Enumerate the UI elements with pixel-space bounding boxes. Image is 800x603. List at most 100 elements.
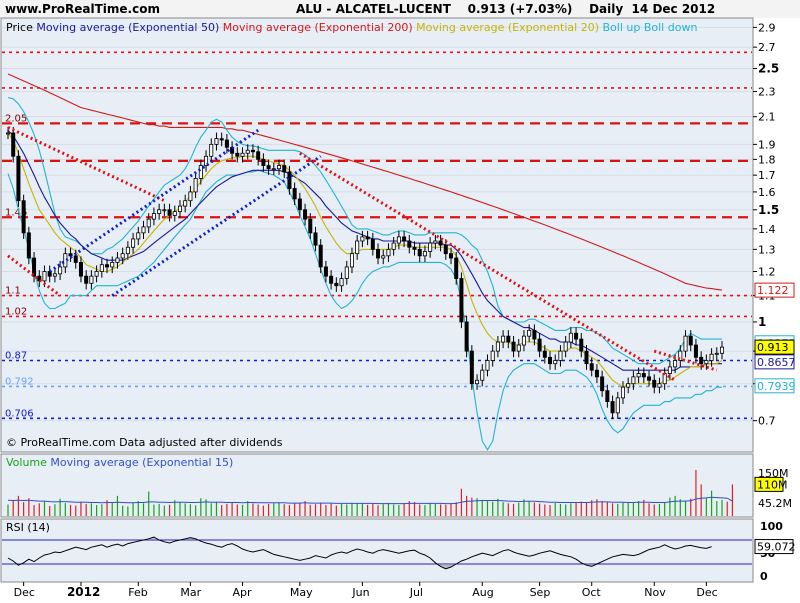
price-ytick-label-5: 1.9 bbox=[758, 138, 776, 151]
price-bar-body-33 bbox=[177, 205, 182, 213]
price-bar-body-23 bbox=[125, 246, 130, 255]
price-bar-body-48 bbox=[256, 151, 261, 160]
price-bar-body-71 bbox=[376, 248, 381, 259]
xtick-label-12: Dec bbox=[696, 586, 717, 599]
price-bar-body-115 bbox=[605, 390, 610, 402]
price-bar-body-101 bbox=[532, 329, 537, 340]
price-bar-body-40 bbox=[214, 138, 219, 145]
price-bar-body-73 bbox=[386, 248, 391, 257]
price-bar-body-55 bbox=[292, 188, 297, 200]
price-bar-body-89 bbox=[469, 350, 474, 385]
price-bar-body-125 bbox=[657, 383, 662, 388]
price-bar-body-12 bbox=[68, 253, 73, 257]
price-bar-body-72 bbox=[381, 255, 386, 259]
right-label-0: 1.122 bbox=[757, 284, 789, 297]
chart-stage: www.ProRealTime.com ALU - ALCATEL-LUCENT… bbox=[0, 0, 800, 600]
price-bar-body-108 bbox=[568, 332, 573, 343]
price-bar-body-53 bbox=[282, 165, 287, 173]
price-bar-body-96 bbox=[506, 335, 511, 343]
price-bar-body-136 bbox=[714, 352, 719, 355]
price-bar-body-131 bbox=[688, 335, 693, 346]
price-bar-body-45 bbox=[240, 152, 245, 157]
price-bar-body-104 bbox=[548, 356, 553, 365]
price-bar-body-26 bbox=[141, 226, 146, 234]
price-bar-body-88 bbox=[464, 321, 469, 352]
xtick-label-2: Feb bbox=[128, 586, 147, 599]
price-bar-body-0 bbox=[6, 132, 11, 135]
price-bar-body-47 bbox=[250, 149, 255, 153]
level-label-2: 2.05 bbox=[5, 113, 27, 124]
price-ytick-label-7: 1.7 bbox=[758, 169, 776, 182]
rsi-current-label: 59.072 bbox=[757, 541, 796, 554]
price-bar-body-60 bbox=[318, 244, 323, 268]
price-bar-body-92 bbox=[485, 360, 490, 371]
price-bar-body-77 bbox=[407, 240, 412, 248]
price-ytick-label-0: 2.9 bbox=[758, 21, 776, 34]
chart-title: ALU - ALCATEL-LUCENT 0.913 (+7.03%) Dail… bbox=[296, 2, 715, 16]
price-bar-body-100 bbox=[527, 329, 532, 337]
price-bar-body-124 bbox=[652, 379, 657, 388]
volume-current-label: 110M bbox=[757, 478, 788, 491]
price-bar-body-32 bbox=[172, 211, 177, 216]
volume-y-axis: 150M45.2M110M bbox=[754, 467, 792, 510]
volume-legend-item-1: Moving average (Exponential 15) bbox=[47, 456, 233, 469]
price-bar-body-36 bbox=[193, 178, 198, 193]
price-ytick-label-8: 1.6 bbox=[758, 186, 776, 199]
price-bar-body-91 bbox=[480, 369, 485, 381]
price-bar-body-50 bbox=[266, 165, 271, 170]
price-bar-body-1 bbox=[11, 132, 16, 157]
price-bar-body-121 bbox=[636, 373, 641, 378]
price-ytick-label-10: 1.4 bbox=[758, 223, 776, 236]
level-label-5: 1.1 bbox=[5, 286, 21, 297]
price-bar-body-82 bbox=[433, 240, 438, 244]
price-bar-body-74 bbox=[391, 242, 396, 250]
price-bar-body-27 bbox=[146, 218, 151, 228]
right-label-4: 0.7939 bbox=[757, 380, 796, 393]
volume-legend: Volume Moving average (Exponential 15) bbox=[6, 456, 233, 469]
price-bar-body-106 bbox=[558, 350, 563, 361]
price-bar-body-69 bbox=[365, 236, 370, 240]
price-bar-body-10 bbox=[58, 266, 63, 275]
price-bar-body-37 bbox=[198, 165, 203, 179]
price-bar-body-18 bbox=[99, 264, 104, 272]
price-bar-body-128 bbox=[673, 360, 678, 368]
price-bar-body-56 bbox=[297, 198, 302, 211]
rsi-legend-text: RSI (14) bbox=[6, 521, 50, 534]
price-bar-body-102 bbox=[537, 338, 542, 352]
price-bar-body-120 bbox=[631, 376, 636, 385]
level-label-9: 0.706 bbox=[5, 408, 34, 419]
price-bar-body-134 bbox=[704, 360, 709, 365]
price-bar-body-133 bbox=[699, 356, 704, 365]
rsi-panel[interactable] bbox=[0, 518, 754, 583]
price-ytick-label-2: 2.5 bbox=[758, 61, 779, 75]
price-bar-body-15 bbox=[84, 275, 89, 284]
price-bar-body-30 bbox=[162, 209, 167, 212]
price-bar-body-114 bbox=[600, 376, 605, 392]
price-bar-body-63 bbox=[334, 282, 339, 287]
price-bar-body-93 bbox=[490, 350, 495, 361]
price-bar-body-3 bbox=[21, 200, 26, 234]
price-bar-body-130 bbox=[683, 335, 688, 352]
price-bar-body-78 bbox=[412, 246, 417, 250]
price-bar-body-58 bbox=[308, 218, 313, 234]
site-name[interactable]: www.ProRealTime.com bbox=[5, 2, 160, 16]
price-ytick-label-12: 1.2 bbox=[758, 266, 776, 279]
price-ytick-label-14: 1 bbox=[758, 315, 766, 329]
price-bar-body-123 bbox=[647, 376, 652, 381]
price-bar-body-117 bbox=[615, 397, 620, 414]
price-bar-body-87 bbox=[459, 278, 464, 323]
level-label-8: 0.792 bbox=[5, 376, 34, 387]
price-bar-body-39 bbox=[209, 143, 214, 157]
xtick-label-0: Dec bbox=[14, 586, 35, 599]
volume-legend-text: Volume Moving average (Exponential 15) bbox=[6, 456, 233, 469]
legend-item-2: Moving average (Exponential 200) bbox=[219, 21, 412, 34]
price-bar-body-97 bbox=[511, 341, 516, 352]
level-label-7: 0.87 bbox=[5, 350, 27, 361]
price-bar-body-2 bbox=[16, 155, 21, 202]
price-bar-body-19 bbox=[105, 264, 110, 268]
price-ytick-label-9: 1.5 bbox=[758, 203, 779, 217]
price-bar-body-111 bbox=[584, 350, 589, 365]
price-legend: Price Moving average (Exponential 50) Mo… bbox=[6, 21, 697, 34]
price-bar-body-49 bbox=[261, 158, 266, 166]
price-bar-body-70 bbox=[370, 238, 375, 250]
